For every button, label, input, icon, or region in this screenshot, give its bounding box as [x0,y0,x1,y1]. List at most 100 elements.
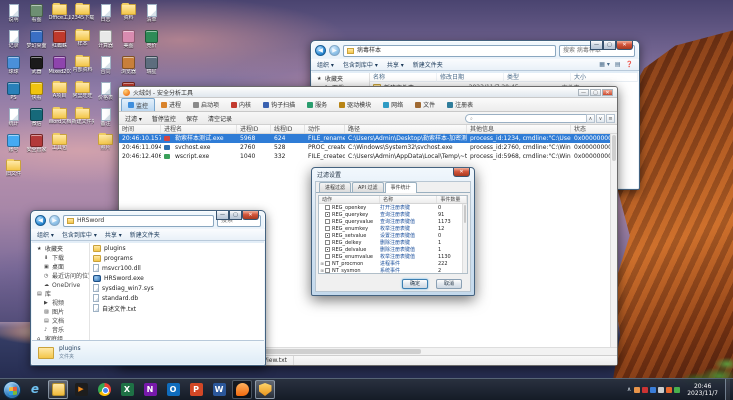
desktop-icon[interactable]: 工具包 [48,132,71,158]
close-button[interactable]: ✕ [453,168,470,177]
column-header[interactable]: 修改日期 [437,73,504,82]
search-next-button[interactable]: ∨ [596,114,605,123]
taskbar-app-button[interactable]: ▶ [71,380,91,399]
desktop-icon[interactable]: 计算器 [94,28,117,54]
toolbar-item[interactable]: 共享 ▾ [387,60,404,69]
column-header[interactable]: 事件数量 [437,196,467,203]
sidebar-item[interactable]: ⬇ 下载 [32,254,89,263]
taskbar-app-button[interactable]: W [209,380,229,399]
hrsword-tab[interactable]: 进程 [155,98,187,111]
filter-row[interactable]: REG_queryvalue 查询注册表键值 1173 [319,218,467,225]
search-box[interactable]: ⌕ [465,114,595,123]
desktop-icon[interactable]: 安全管家 [25,132,48,158]
taskbar-app-button[interactable] [232,380,252,399]
filter-checkbox[interactable] [325,261,330,266]
filter-checkbox[interactable] [325,254,330,259]
dialog-tab[interactable]: API 过滤 [352,182,384,192]
hrsword-tab[interactable]: 内核 [225,98,257,111]
filter-checkbox[interactable] [325,247,330,252]
filter-checkbox[interactable] [325,268,330,273]
desktop-icon[interactable]: PS [2,80,25,106]
forward-button[interactable]: ▶ [49,215,60,226]
desktop-icon[interactable]: 统计 [2,106,25,132]
hrsword-tab[interactable]: 网络 [377,98,409,111]
column-header[interactable]: 线程ID [271,125,305,133]
taskbar-app-button[interactable]: N [140,380,160,399]
desktop-icon[interactable]: 旧文件 [2,158,25,184]
column-header[interactable]: 大小 [571,73,638,82]
desktop-icon[interactable]: 快看 [25,80,48,106]
desktop-icon[interactable]: 浏览器 [117,54,140,80]
column-header[interactable]: 时间 [119,125,161,133]
desktop-icon[interactable]: A项目 [48,80,71,106]
desktop-icon[interactable]: 清单 [140,2,163,28]
dialog-tab[interactable]: 事件统计 [384,182,417,193]
desktop-icon[interactable]: 备注 [94,106,117,132]
minimize-button[interactable]: — [216,211,229,220]
hrsword-tab[interactable]: 文件 [409,98,441,111]
toolbar-item[interactable]: 组织 ▾ [37,230,54,239]
filter-row[interactable]: REG_delvalue 删除注册表键值 1 [319,246,467,253]
maximize-button[interactable]: ▢ [229,211,242,220]
back-button[interactable]: ◀ [315,45,326,56]
desktop-icon[interactable]: 账号 [2,132,25,158]
taskbar-app-button[interactable]: O [163,380,183,399]
close-button[interactable]: ✕ [616,41,633,50]
show-desktop-button[interactable] [725,378,730,400]
desktop-icon[interactable]: 看图 [25,2,48,28]
view-option-icon[interactable]: ▤ [615,61,621,68]
filter-checkbox[interactable] [325,205,330,210]
desktop-icon[interactable]: 内部资料 [71,54,94,80]
ok-button[interactable]: 确定 [402,278,428,289]
file-row[interactable]: plugins [90,243,264,253]
toolbar-button[interactable]: 清空记录 [208,114,232,123]
column-header[interactable]: 进程名 [161,125,237,133]
file-row[interactable]: msvcr100.dll [90,263,264,273]
desktop-icon[interactable]: 日志 [94,2,117,28]
column-header[interactable]: 名称 [370,73,437,82]
desktop-icon[interactable]: Office工具 [48,2,71,28]
sidebar-item[interactable]: ◷ 最近访问的位置 [32,272,89,281]
hrsword-tab[interactable]: 服务 [301,98,333,111]
taskbar-app-button[interactable]: X [117,380,137,399]
desktop-icon[interactable]: 记录 [2,28,25,54]
filter-row[interactable]: ⊞ NT_procmon 进程事件 222 [319,260,467,268]
tray-icon[interactable] [674,386,681,393]
address-bar[interactable]: HRSword [63,214,214,227]
toolbar-item[interactable]: 组织 ▾ [317,60,334,69]
toolbar-button[interactable]: 暂停监控 [152,114,176,123]
filter-row[interactable]: REG_delkey 删除注册表键 1 [319,239,467,246]
file-row[interactable]: sysdiag_win7.sys [90,283,264,293]
event-row[interactable]: 20:46:10.157 勒索样本测试.exe 5968 624 FILE_re… [119,134,617,143]
sidebar-item[interactable]: ♪ 音乐 [32,326,89,335]
taskbar-app-button[interactable]: e [25,380,45,399]
toolbar-button[interactable]: 过滤 ▾ [125,114,142,123]
hrsword-tab[interactable]: 钩子扫描 [257,98,301,111]
desktop-icon[interactable]: 照片 [94,132,117,158]
vertical-scrollbar[interactable] [610,134,617,347]
vertical-scrollbar[interactable] [462,204,467,273]
column-header[interactable]: 类型 [504,73,571,82]
desktop-icon[interactable]: 梦幻桌面 [25,28,48,54]
filter-row[interactable]: REG_enumkey 枚举注册表键 12 [319,225,467,232]
file-row[interactable]: standard.db [90,293,264,303]
hrsword-tab[interactable]: 注册表 [441,98,479,111]
desktop-icon[interactable]: 合同 [94,54,117,80]
address-bar[interactable]: 病毒样本 [343,44,556,57]
tray-icon[interactable] [666,386,673,393]
column-header[interactable]: 名称 [380,196,438,203]
toolbar-item[interactable]: 共享 ▾ [105,230,122,239]
desktop-icon[interactable]: 样本 [71,28,94,54]
filter-checkbox[interactable] [325,240,330,245]
sidebar-item[interactable]: ▣ 桌面 [32,263,89,272]
filter-row[interactable]: REG_enumvalue 枚举注册表键值 1130 [319,253,467,260]
filter-row[interactable]: ⊞ NT_sysmon 系统事件 2 [319,267,467,273]
column-header[interactable]: 动作 [319,196,381,203]
column-header[interactable]: 路径 [345,125,467,133]
desktop-icon[interactable]: 阿里旺旺 [71,80,94,106]
filter-row[interactable]: REG_querykey 查询注册表键 91 [319,211,467,218]
desktop-icon[interactable]: 资料 [117,2,140,28]
scrollbar-thumb[interactable] [612,135,616,161]
desktop-icon[interactable]: 美图 [117,28,140,54]
sidebar-item[interactable]: ★ 收藏夹 [312,75,369,84]
